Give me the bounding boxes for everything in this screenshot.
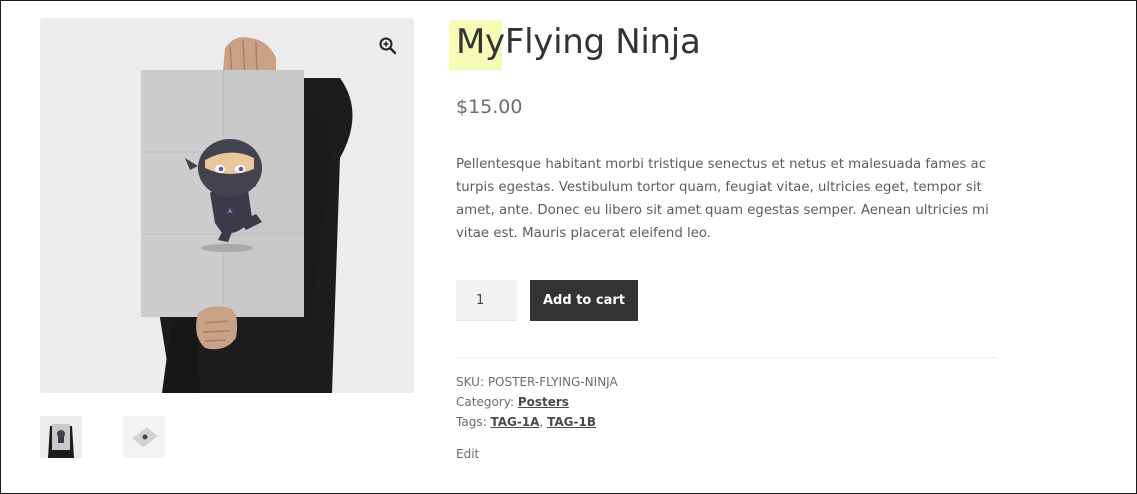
product-description: Pellentesque habitant morbi tristique se… xyxy=(456,157,989,241)
sku-value: POSTER-FLYING-NINJA xyxy=(487,375,618,389)
sku-label: SKU: xyxy=(456,375,488,389)
divider xyxy=(456,357,997,358)
poster-held-thumbnail xyxy=(40,416,82,458)
tags-label: Tags: xyxy=(456,415,491,429)
zoom-button[interactable] xyxy=(378,36,398,56)
poster-flat-thumbnail xyxy=(123,416,165,458)
thumbnail-poster-held[interactable] xyxy=(40,416,82,458)
edit-link[interactable]: Edit xyxy=(456,447,479,461)
add-to-cart-button[interactable]: Add to cart xyxy=(530,280,638,321)
product-price: $15.00 xyxy=(456,96,523,118)
product-title: MyFlying Ninja xyxy=(456,18,701,66)
tag-separator: , xyxy=(539,415,548,429)
tag-link[interactable]: TAG-1A xyxy=(490,415,539,429)
product-title-rest: Flying Ninja xyxy=(504,22,701,62)
product-sku: SKU: POSTER-FLYING-NINJA xyxy=(456,375,618,389)
ninja-poster-image xyxy=(141,37,353,393)
tag-link[interactable]: TAG-1B xyxy=(547,415,596,429)
quantity-input[interactable] xyxy=(456,280,517,321)
category-label: Category: xyxy=(456,395,518,409)
product-main-image[interactable] xyxy=(40,18,414,393)
zoom-in-icon xyxy=(379,37,397,55)
product-tags: Tags: TAG-1A, TAG-1B xyxy=(456,415,596,429)
thumbnail-poster-flat[interactable] xyxy=(123,416,165,458)
category-link[interactable]: Posters xyxy=(518,395,569,409)
product-title-highlight: My xyxy=(456,22,505,62)
product-category: Category: Posters xyxy=(456,395,569,409)
